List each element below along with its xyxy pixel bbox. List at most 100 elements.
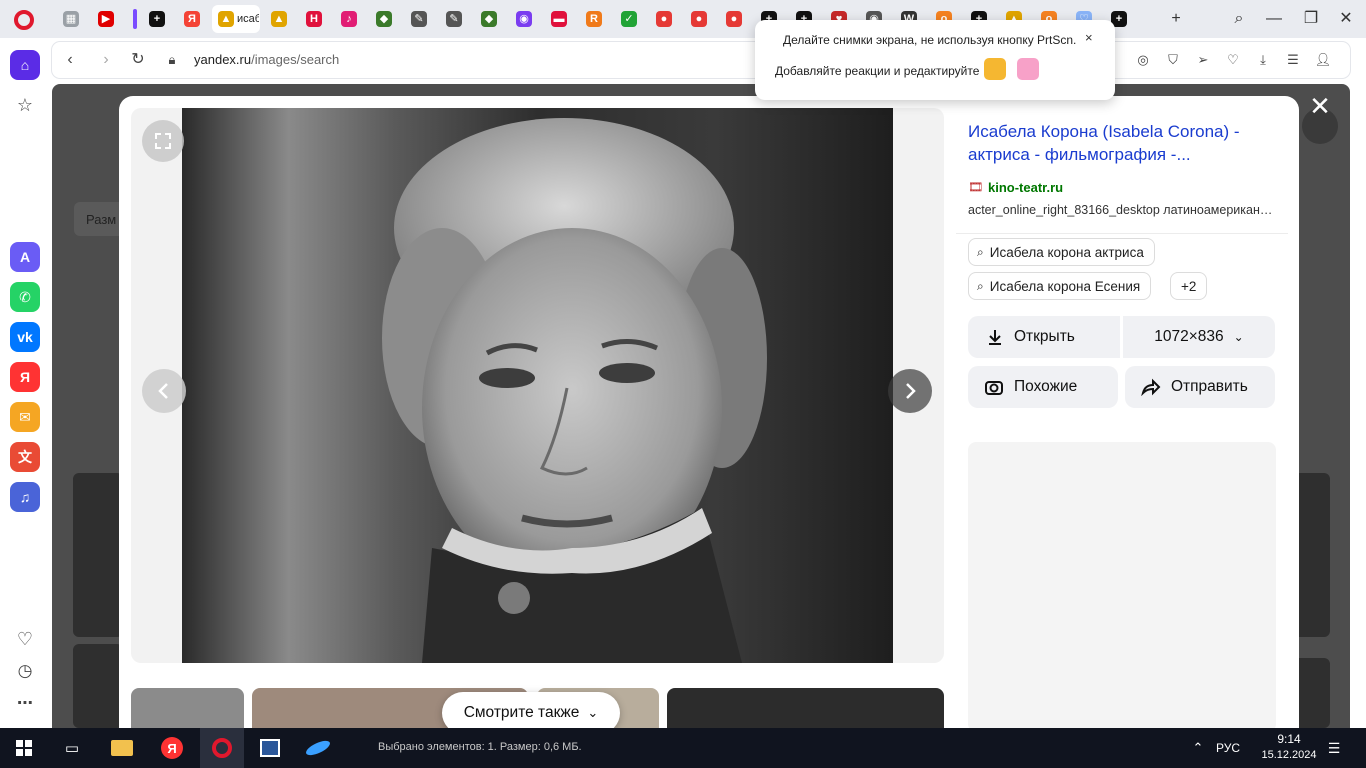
emoji-reaction-icon xyxy=(984,58,1006,80)
close-window-icon[interactable]: ✕ xyxy=(1336,9,1356,29)
youtube-icon: ▶ xyxy=(98,11,114,27)
forward-icon[interactable]: › xyxy=(96,50,116,70)
browser-tab[interactable]: ▦ xyxy=(56,5,86,33)
yandex-browser-icon[interactable]: Я xyxy=(158,734,186,762)
shield-icon[interactable]: ⛉ xyxy=(1164,51,1182,69)
site-favicon-icon: 🎞︎ xyxy=(968,180,984,194)
clock-time[interactable]: 9:14 xyxy=(1268,732,1310,746)
previous-image-button[interactable] xyxy=(142,369,186,413)
maximize-icon[interactable]: ❐ xyxy=(1301,9,1321,29)
file-explorer-icon[interactable] xyxy=(108,734,136,762)
portrait-photo-icon xyxy=(182,108,893,663)
chevron-up-icon[interactable]: ⌃ xyxy=(1184,734,1212,762)
browser-tab[interactable]: ▲ xyxy=(264,5,294,33)
clock-date[interactable]: 15.12.2024 xyxy=(1254,749,1324,761)
back-icon[interactable]: ‹ xyxy=(60,50,80,70)
sidebar-vk-icon[interactable]: vk xyxy=(10,322,40,352)
sidebar-whatsapp-icon[interactable]: ✆ xyxy=(10,282,40,312)
search-icon: ⌕ xyxy=(977,278,984,293)
share-button[interactable]: Отправить xyxy=(1125,366,1275,408)
lock-icon[interactable]: 🔒︎ xyxy=(162,50,182,70)
camera-icon[interactable]: ◎ xyxy=(1134,51,1152,69)
see-also-button[interactable]: Смотрите также ⌄ xyxy=(442,692,620,728)
next-image-button[interactable] xyxy=(888,369,932,413)
expand-icon xyxy=(155,133,171,149)
similar-images-button[interactable]: Похожие xyxy=(968,366,1118,408)
browser-tab[interactable]: ● xyxy=(719,5,749,33)
browser-tab[interactable]: H xyxy=(299,5,329,33)
open-image-button[interactable]: Открыть xyxy=(968,316,1120,358)
windows-start-icon[interactable] xyxy=(10,734,38,762)
browser-tab[interactable]: ✓ xyxy=(614,5,644,33)
search-tabs-icon[interactable]: ⌕ xyxy=(1229,9,1249,29)
ruby-icon: R xyxy=(586,11,602,27)
expand-button[interactable] xyxy=(142,120,184,162)
browser-tab[interactable]: ✎ xyxy=(404,5,434,33)
result-thumbnail[interactable] xyxy=(73,644,123,728)
card-icon: ▬ xyxy=(551,11,567,27)
browser-tab[interactable]: ● xyxy=(649,5,679,33)
sidebar-mail-icon[interactable]: ✉ xyxy=(10,402,40,432)
reload-icon[interactable]: ↻ xyxy=(128,50,148,70)
tooltip-line-2: Добавляйте реакции и редактируйте xyxy=(775,64,980,78)
sidebar-more-icon[interactable]: ⋯ xyxy=(10,688,40,718)
browser-tab[interactable]: + xyxy=(142,5,172,33)
heart-icon[interactable]: ♡ xyxy=(1224,51,1242,69)
related-thumbnail[interactable] xyxy=(131,688,244,728)
browser-tab[interactable]: ▬ xyxy=(544,5,574,33)
sidebar-history-icon[interactable]: ◷ xyxy=(10,656,40,686)
sidebar-aria-icon[interactable]: A xyxy=(10,242,40,272)
more-chips-button[interactable]: +2 xyxy=(1170,272,1208,300)
easy-setup-icon[interactable]: ☰ xyxy=(1284,51,1302,69)
sidebar-yandex-icon[interactable]: Я xyxy=(10,362,40,392)
opera-logo-icon[interactable] xyxy=(14,10,34,30)
browser-tab[interactable]: Я xyxy=(177,5,207,33)
related-thumbnail[interactable] xyxy=(667,688,944,728)
sidebar-music-icon[interactable]: ♫ xyxy=(10,482,40,512)
browser-tab[interactable]: ◉ xyxy=(509,5,539,33)
yandex-icon: Я xyxy=(184,11,200,27)
send-icon[interactable]: ➢ xyxy=(1194,51,1212,69)
url-field[interactable]: yandex.ru/images/search xyxy=(194,52,339,67)
profile-icon[interactable]: 👤︎ xyxy=(1314,51,1332,69)
opera-taskbar-icon[interactable] xyxy=(200,728,244,768)
browser-tab[interactable]: R xyxy=(579,5,609,33)
sidebar-star-icon[interactable]: ☆ xyxy=(10,90,40,120)
image-source-title[interactable]: Исабела Корона (Isabela Corona) - актрис… xyxy=(968,120,1268,166)
search-icon: ⌕ xyxy=(977,244,984,259)
source-domain[interactable]: kino-teatr.ru xyxy=(988,180,1063,195)
minimize-icon[interactable]: — xyxy=(1264,9,1284,29)
browser-tab[interactable]: ● xyxy=(684,5,714,33)
browser-tab[interactable]: ◆ xyxy=(474,5,504,33)
sidebar-translate-icon[interactable]: 文 xyxy=(10,442,40,472)
browser-tab[interactable]: ▲ исаб xyxy=(212,5,260,33)
language-indicator[interactable]: РУС xyxy=(1216,741,1240,755)
close-modal-button[interactable]: ✕ xyxy=(1306,92,1334,120)
main-photo[interactable] xyxy=(182,108,893,663)
address-bar: ‹ › ↻ 🔒︎ yandex.ru/images/search ◎ ⛉ ➢ ♡… xyxy=(52,42,1350,78)
image-info-panel: Исабела Корона (Isabela Corona) - актрис… xyxy=(956,108,1288,422)
plus-square-icon: + xyxy=(149,11,165,27)
browser-tab[interactable]: ✎ xyxy=(439,5,469,33)
share-label: Отправить xyxy=(1171,378,1248,395)
snapshot-tooltip: Делайте снимки экрана, не используя кноп… xyxy=(755,20,1115,100)
task-view-icon[interactable]: ▭ xyxy=(58,734,86,762)
new-tab-button[interactable]: + xyxy=(1166,9,1186,29)
browser-tab[interactable]: ▶ xyxy=(91,5,121,33)
tab-bar: ▦ ▶ + Я ▲ исаб ▲ H ♪ ◆ ✎ ✎ ◆ ◉ ▬ R ✓ ● ● ● + + ♥ ◉ Wo + ▲ o ♡ + + ⌕ — … xyxy=(0,0,1366,38)
word-icon[interactable] xyxy=(256,734,284,762)
cat-sticker-icon xyxy=(1017,58,1039,80)
sidebar-home-icon[interactable]: ⌂ xyxy=(10,50,40,80)
sidebar-heart-icon[interactable]: ♡ xyxy=(10,624,40,654)
browser-tab[interactable]: ◆ xyxy=(369,5,399,33)
image-icon: ▲ xyxy=(271,11,287,27)
browser-tab[interactable]: ♪ xyxy=(334,5,364,33)
image-size-select[interactable]: 1072×836 ⌄ xyxy=(1123,316,1275,358)
disk-icon[interactable] xyxy=(304,734,332,762)
download-icon[interactable]: ⤓ xyxy=(1254,51,1272,69)
tooltip-close-button[interactable]: × xyxy=(1085,30,1093,45)
notifications-icon[interactable]: ☰ xyxy=(1320,734,1348,762)
related-query-chip[interactable]: ⌕ Исабела корона актриса xyxy=(968,238,1155,266)
result-thumbnail[interactable] xyxy=(73,473,123,637)
related-query-chip[interactable]: ⌕ Исабела корона Есения xyxy=(968,272,1152,300)
